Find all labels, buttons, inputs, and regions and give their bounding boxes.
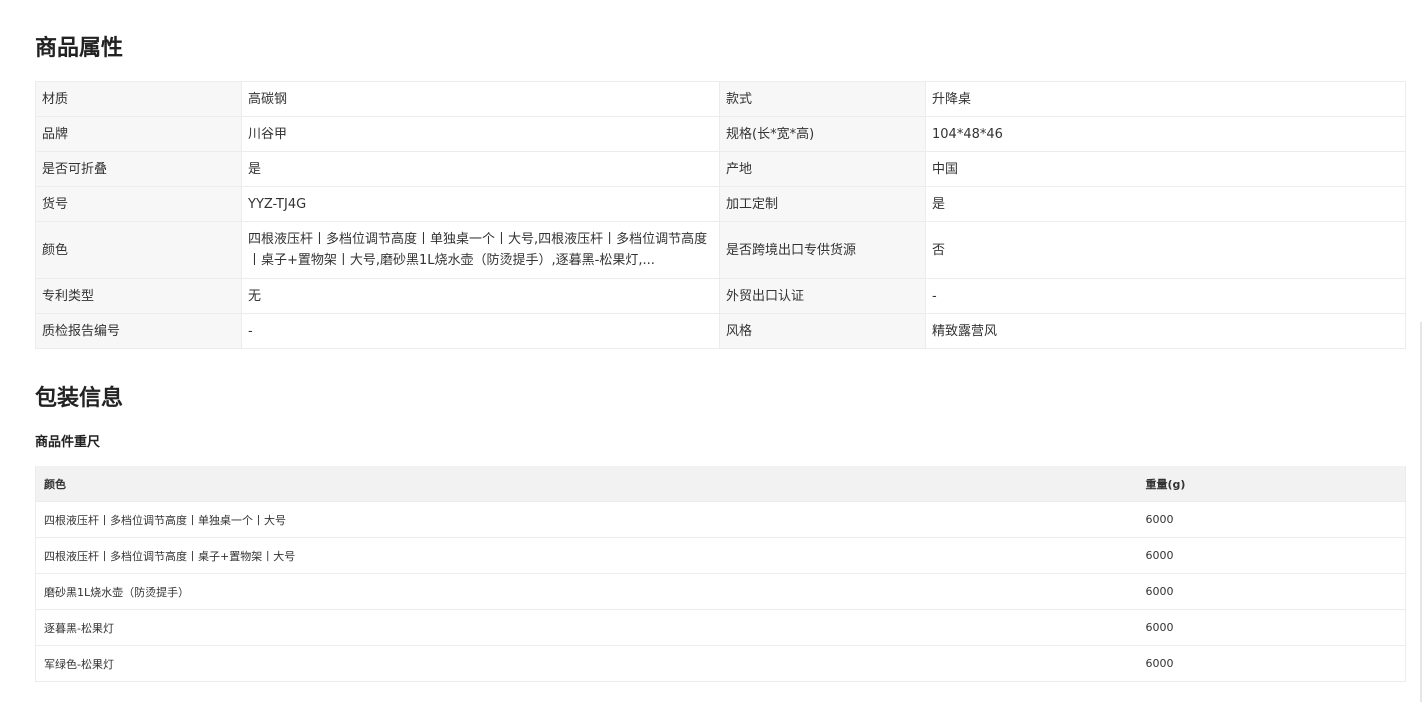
color-cell: 逐暮黑-松果灯 xyxy=(35,609,1138,646)
attribute-key: 规格(长*宽*高) xyxy=(719,116,926,152)
attribute-row: 质检报告编号 - 风格 精致露营风 xyxy=(35,313,1406,349)
attribute-row: 材质 高碳钢 款式 升降桌 xyxy=(35,81,1406,117)
attribute-value: - xyxy=(925,278,1406,314)
product-detail-page: 商品属性 材质 高碳钢 款式 升降桌 品牌 川谷甲 规格(长*宽*高) 104*… xyxy=(0,0,1422,702)
attribute-row: 专利类型 无 外贸出口认证 - xyxy=(35,278,1406,314)
product-attributes-table: 材质 高碳钢 款式 升降桌 品牌 川谷甲 规格(长*宽*高) 104*48*46… xyxy=(35,81,1406,349)
weight-column-header: 重量(g) xyxy=(1137,466,1406,502)
attribute-value: 104*48*46 xyxy=(925,116,1406,152)
attribute-value: YYZ-TJ4G xyxy=(241,186,720,222)
weight-table-header: 颜色 重量(g) xyxy=(35,466,1406,502)
attribute-value: 中国 xyxy=(925,151,1406,187)
weight-cell: 6000 xyxy=(1137,537,1406,574)
product-attributes-title: 商品属性 xyxy=(35,36,124,61)
weight-cell: 6000 xyxy=(1137,501,1406,538)
weight-table: 颜色 重量(g) 四根液压杆丨多档位调节高度丨单独桌一个丨大号 6000 四根液… xyxy=(35,466,1406,682)
table-row: 军绿色-松果灯 6000 xyxy=(35,645,1406,682)
weight-dimensions-subtitle: 商品件重尺 xyxy=(35,435,101,450)
attribute-value: 精致露营风 xyxy=(925,313,1406,349)
attribute-key: 款式 xyxy=(719,81,926,117)
attribute-value: 川谷甲 xyxy=(241,116,720,152)
attribute-key: 产地 xyxy=(719,151,926,187)
attribute-value: - xyxy=(241,313,720,349)
table-row: 四根液压杆丨多档位调节高度丨单独桌一个丨大号 6000 xyxy=(35,501,1406,538)
packaging-info-title: 包装信息 xyxy=(35,386,124,411)
attribute-row: 颜色 四根液压杆丨多档位调节高度丨单独桌一个丨大号,四根液压杆丨多档位调节高度丨… xyxy=(35,221,1406,279)
table-row: 磨砂黑1L烧水壶（防烫提手） 6000 xyxy=(35,573,1406,610)
color-cell: 四根液压杆丨多档位调节高度丨单独桌一个丨大号 xyxy=(35,501,1138,538)
attribute-key: 材质 xyxy=(35,81,242,117)
attribute-key: 是否跨境出口专供货源 xyxy=(719,221,926,279)
attribute-value: 四根液压杆丨多档位调节高度丨单独桌一个丨大号,四根液压杆丨多档位调节高度丨桌子+… xyxy=(241,221,720,279)
attribute-value: 是 xyxy=(241,151,720,187)
attribute-value: 否 xyxy=(925,221,1406,279)
color-cell: 磨砂黑1L烧水壶（防烫提手） xyxy=(35,573,1138,610)
table-row: 逐暮黑-松果灯 6000 xyxy=(35,609,1406,646)
attribute-row: 货号 YYZ-TJ4G 加工定制 是 xyxy=(35,186,1406,222)
attribute-key: 质检报告编号 xyxy=(35,313,242,349)
weight-cell: 6000 xyxy=(1137,573,1406,610)
color-column-header: 颜色 xyxy=(35,466,1138,502)
attribute-value: 升降桌 xyxy=(925,81,1406,117)
attribute-key: 风格 xyxy=(719,313,926,349)
attribute-key: 货号 xyxy=(35,186,242,222)
color-cell: 四根液压杆丨多档位调节高度丨桌子+置物架丨大号 xyxy=(35,537,1138,574)
attribute-key: 是否可折叠 xyxy=(35,151,242,187)
table-row: 四根液压杆丨多档位调节高度丨桌子+置物架丨大号 6000 xyxy=(35,537,1406,574)
attribute-value: 高碳钢 xyxy=(241,81,720,117)
weight-cell: 6000 xyxy=(1137,609,1406,646)
attribute-key: 颜色 xyxy=(35,221,242,279)
weight-cell: 6000 xyxy=(1137,645,1406,682)
attribute-row: 是否可折叠 是 产地 中国 xyxy=(35,151,1406,187)
attribute-key: 加工定制 xyxy=(719,186,926,222)
attribute-key: 品牌 xyxy=(35,116,242,152)
attribute-value: 无 xyxy=(241,278,720,314)
attribute-key: 专利类型 xyxy=(35,278,242,314)
attribute-value: 是 xyxy=(925,186,1406,222)
attribute-key: 外贸出口认证 xyxy=(719,278,926,314)
color-cell: 军绿色-松果灯 xyxy=(35,645,1138,682)
color-values-text: 四根液压杆丨多档位调节高度丨单独桌一个丨大号,四根液压杆丨多档位调节高度丨桌子+… xyxy=(248,232,708,268)
attribute-row: 品牌 川谷甲 规格(长*宽*高) 104*48*46 xyxy=(35,116,1406,152)
